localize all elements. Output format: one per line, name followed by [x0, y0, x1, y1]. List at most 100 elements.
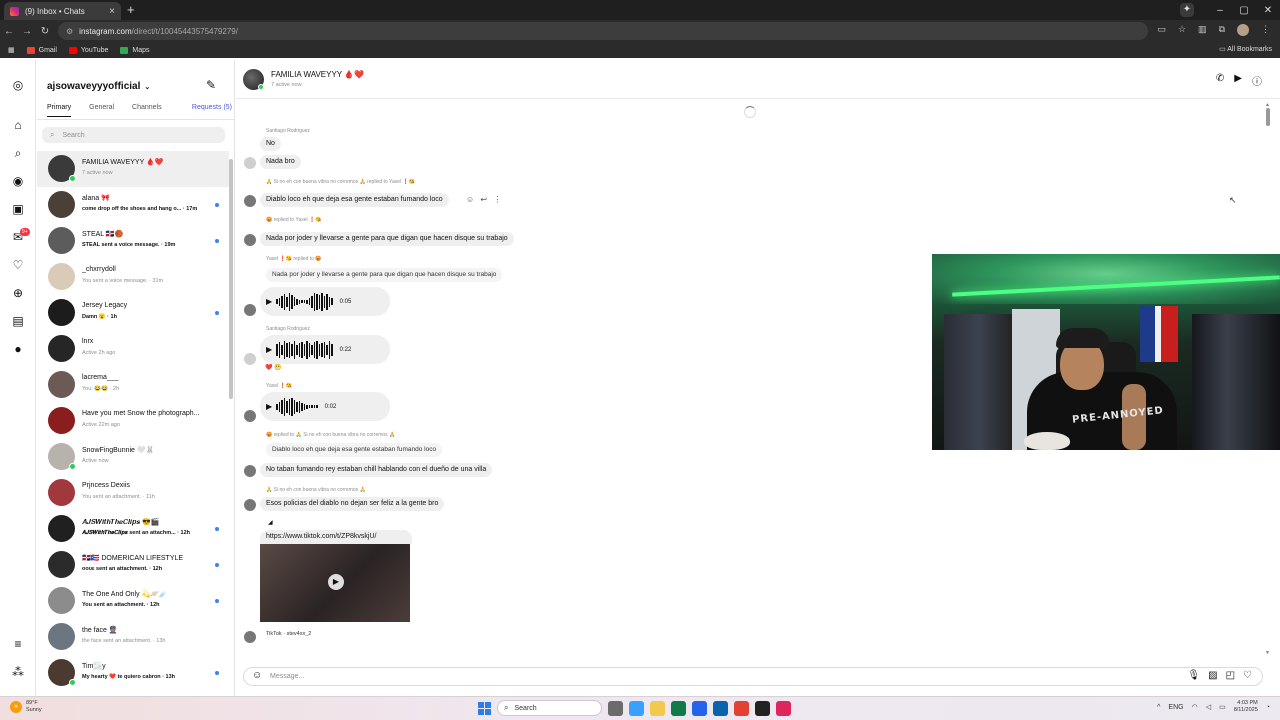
sender-avatar[interactable]: [244, 304, 256, 316]
group-name[interactable]: FAMILIA WAVEYYY 🩸❤️: [271, 70, 364, 79]
conversation-avatar[interactable]: [48, 371, 75, 398]
conversation-avatar[interactable]: [48, 587, 75, 614]
conversation-item[interactable]: FAMILIA WAVEYYY 🩸❤️ 7 active now: [37, 151, 229, 187]
sender-avatar[interactable]: [244, 157, 256, 169]
threads-icon[interactable]: ⁂: [11, 665, 25, 679]
conversation-item[interactable]: Prjncess Dexiis You sent an attachment. ·…: [37, 475, 229, 511]
tiktok-app-icon[interactable]: [776, 700, 791, 716]
conversation-item[interactable]: SnowFingBunnie 🤍🐰 Active now: [37, 439, 229, 475]
extensions-icon[interactable]: ⧉: [1219, 24, 1225, 36]
battery-icon[interactable]: ▭: [1219, 703, 1226, 711]
message-bubble[interactable]: No taban fumando rey estaban chill habla…: [260, 463, 493, 477]
conversation-avatar[interactable]: [48, 515, 75, 542]
site-info-icon[interactable]: ⚙: [66, 27, 73, 36]
conversation-item[interactable]: 𝑨𝑱𝑺𝑾𝒊𝒕𝒉𝑻𝒉𝒆𝑪𝒍𝒊𝒑𝒔 😎🎬 𝑨𝑱𝑺𝑾𝒊𝒕𝒉𝑻𝒉𝒆𝑪𝒍𝒊𝒑𝒔 sent a…: [37, 511, 229, 547]
play-icon[interactable]: ▶: [266, 402, 272, 411]
conversation-avatar[interactable]: [48, 335, 75, 362]
sender-avatar[interactable]: [244, 410, 256, 422]
conversation-item[interactable]: lacrema___ You: 😂😂 · 2h: [37, 367, 229, 403]
video-play-icon[interactable]: ▶: [328, 574, 344, 590]
maximize-icon[interactable]: ▢: [1232, 5, 1256, 16]
windows-start-icon[interactable]: [478, 701, 491, 715]
notifications-heart-icon[interactable]: ♡: [11, 258, 25, 272]
minimize-icon[interactable]: –: [1208, 5, 1232, 16]
message-composer[interactable]: ☺ Message... 🎙 ▨ ◰ ♡: [243, 667, 1263, 686]
bookmark-gmail[interactable]: Gmail: [26, 46, 57, 54]
profile-avatar-icon[interactable]: [1237, 24, 1249, 36]
conversation-item[interactable]: The One And Only 💫🪐☄️ You sent an attachm…: [37, 583, 229, 619]
conversation-avatar[interactable]: [48, 299, 75, 326]
conversation-item[interactable]: Jersey Legacy Damn 😮 · 1h: [37, 295, 229, 331]
scrollbar-thumb[interactable]: [229, 159, 233, 399]
voice-message[interactable]: ▶ 0:02: [260, 392, 390, 421]
quoted-message[interactable]: Nada por joder y llevarse a gente para q…: [266, 268, 503, 282]
react-emoji-icon[interactable]: ☺: [466, 195, 474, 204]
conversation-avatar[interactable]: [48, 479, 75, 506]
all-bookmarks-button[interactable]: ▭ All Bookmarks: [1219, 45, 1272, 53]
conversation-item[interactable]: _chxrrydoll You sent a voice message. · 3…: [37, 259, 229, 295]
conversation-item[interactable]: 🇩🇴🇵🇷 DOMERICAN LIFESTYLE οουε sent an att…: [37, 547, 229, 583]
conversation-avatar[interactable]: [48, 407, 75, 434]
conversation-item[interactable]: Have you met Snow the photograph... Activ…: [37, 403, 229, 439]
conversation-avatar[interactable]: [48, 263, 75, 290]
voice-message[interactable]: ▶ 0:05: [260, 287, 390, 316]
conversation-avatar[interactable]: [48, 227, 75, 254]
reels-icon[interactable]: ▣: [11, 202, 25, 216]
instagram-logo-icon[interactable]: ◎: [11, 78, 25, 92]
apps-grid-icon[interactable]: ▦: [8, 46, 15, 54]
sender-avatar[interactable]: [244, 499, 256, 511]
chrome-icon[interactable]: [734, 700, 749, 716]
emoji-icon[interactable]: ☺: [252, 670, 262, 681]
new-tab-icon[interactable]: +: [127, 2, 135, 17]
conversation-avatar[interactable]: [48, 191, 75, 218]
sender-avatar[interactable]: [244, 353, 256, 365]
address-bar[interactable]: ⚙ instagram.com/direct/t/100454435754792…: [58, 22, 1148, 40]
close-window-icon[interactable]: ✕: [1256, 5, 1280, 16]
close-tab-icon[interactable]: ×: [109, 6, 115, 17]
message-bubble[interactable]: Diablo loco eh que deja esa gente estaba…: [260, 193, 449, 207]
obs-icon[interactable]: [755, 700, 770, 716]
bookmark-maps[interactable]: Maps: [120, 46, 150, 54]
tab-channels[interactable]: Channels: [132, 104, 162, 117]
video-call-icon[interactable]: ▶: [1234, 73, 1242, 88]
file-explorer-icon[interactable]: [650, 700, 665, 716]
scrollbar-thumb[interactable]: [1266, 108, 1270, 126]
explore-icon[interactable]: ◉: [11, 174, 25, 188]
conversation-item[interactable]: Tim🌫️y My hearty ❤️ te quiero cabron · 13…: [37, 655, 229, 691]
clock[interactable]: 4:03 PM 8/11/2025: [1234, 700, 1258, 714]
sender-avatar[interactable]: [244, 631, 256, 643]
dashboard-icon[interactable]: ▤: [11, 314, 25, 328]
wifi-icon[interactable]: ◠: [1192, 703, 1198, 711]
more-options-icon[interactable]: ⋮: [493, 195, 501, 204]
info-icon[interactable]: ⓘ: [1252, 73, 1262, 88]
play-icon[interactable]: ▶: [266, 297, 272, 306]
menu-icon[interactable]: ⋮: [1261, 24, 1270, 36]
message-input[interactable]: Message...: [270, 673, 304, 680]
conversation-avatar[interactable]: [48, 623, 75, 650]
tray-overflow-icon[interactable]: ^: [1157, 704, 1160, 711]
play-icon[interactable]: ▶: [266, 345, 272, 354]
message-bubble[interactable]: Esos policias del diablo no dejan ser fe…: [260, 497, 445, 511]
sender-avatar[interactable]: [244, 234, 256, 246]
bookmark-youtube[interactable]: YouTube: [68, 46, 108, 54]
outlook-icon[interactable]: [713, 700, 728, 716]
back-icon[interactable]: ←: [0, 26, 18, 37]
tiktok-link[interactable]: https://www.tiktok.com/t/ZP8kvskjU/: [260, 530, 412, 544]
sticker-icon[interactable]: ◰: [1226, 670, 1235, 681]
taskbar-search[interactable]: ⌕ Search: [497, 700, 602, 716]
message-bubble[interactable]: Nada bro: [260, 155, 301, 169]
cast-icon[interactable]: ▭: [1157, 24, 1166, 36]
scroll-down-icon[interactable]: ▼: [1265, 650, 1270, 656]
new-message-icon[interactable]: ✎: [206, 78, 216, 92]
weather-widget[interactable]: ☀ 89°F Sunny: [10, 700, 42, 714]
tab-requests[interactable]: Requests (5): [192, 104, 232, 117]
tab-general[interactable]: General: [89, 104, 114, 117]
heart-icon[interactable]: ♡: [1243, 670, 1252, 681]
search-icon[interactable]: ⌕: [11, 146, 25, 160]
microphone-icon[interactable]: 🎙: [1187, 670, 1200, 681]
edge-icon[interactable]: [671, 700, 686, 716]
tiktok-thumbnail[interactable]: ▶: [260, 544, 410, 622]
reload-icon[interactable]: ↻: [36, 26, 54, 37]
gemini-icon[interactable]: ✦: [1180, 3, 1194, 17]
volume-icon[interactable]: ◁: [1206, 703, 1211, 711]
